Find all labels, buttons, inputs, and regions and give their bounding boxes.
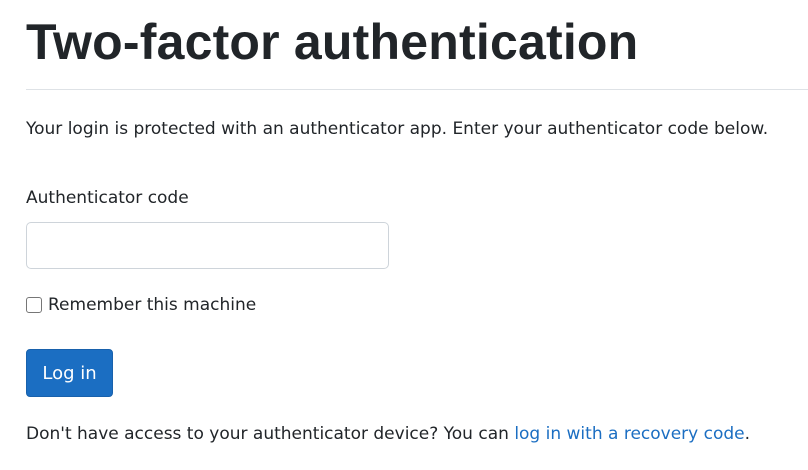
page-title: Two-factor authentication (26, 14, 639, 70)
title-divider (26, 89, 808, 90)
recovery-prefix: Don't have access to your authenticator … (26, 424, 515, 444)
remember-machine-option[interactable]: Remember this machine (26, 293, 256, 317)
recovery-text: Don't have access to your authenticator … (26, 422, 750, 446)
remember-machine-label: Remember this machine (48, 295, 257, 315)
authenticator-code-input[interactable] (26, 222, 389, 269)
recovery-code-link[interactable]: log in with a recovery code (514, 424, 744, 444)
log-in-button[interactable]: Log in (26, 349, 113, 397)
intro-text: Your login is protected with an authenti… (26, 119, 769, 139)
remember-machine-checkbox[interactable] (26, 297, 42, 313)
recovery-suffix: . (744, 424, 751, 444)
authenticator-code-label: Authenticator code (26, 188, 189, 208)
